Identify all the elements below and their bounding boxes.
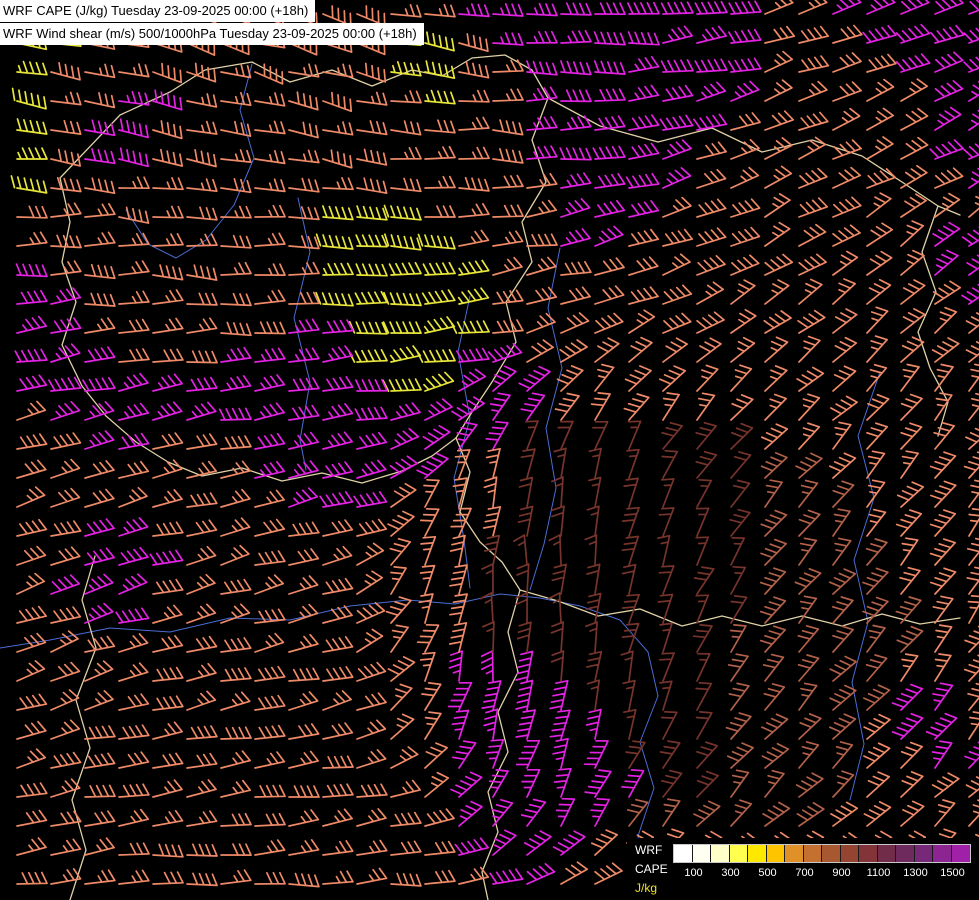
legend-swatch bbox=[896, 845, 915, 862]
legend-tick: 900 bbox=[832, 867, 850, 879]
legend-model-label: WRF bbox=[635, 841, 668, 860]
country-border bbox=[456, 98, 548, 438]
legend-swatch bbox=[952, 845, 971, 862]
legend-swatch bbox=[674, 845, 693, 862]
legend-tick: 1300 bbox=[903, 867, 927, 879]
legend-swatch bbox=[915, 845, 934, 862]
legend-tick: 500 bbox=[758, 867, 776, 879]
legend-tick: 700 bbox=[795, 867, 813, 879]
legend-swatch bbox=[804, 845, 823, 862]
legend-swatch bbox=[841, 845, 860, 862]
legend-swatch bbox=[730, 845, 749, 862]
legend-tick: 300 bbox=[721, 867, 739, 879]
legend-swatch bbox=[711, 845, 730, 862]
legend-swatch bbox=[693, 845, 712, 862]
wind-barb-layer-D bbox=[481, 421, 753, 797]
weather-map: WRF CAPE (J/kg) Tuesday 23-09-2025 00:00… bbox=[0, 0, 979, 900]
legend-tick: 100 bbox=[684, 867, 702, 879]
legend-swatch bbox=[878, 845, 897, 862]
legend-swatch bbox=[748, 845, 767, 862]
legend-swatch bbox=[785, 845, 804, 862]
legend-unit-label: J/kg bbox=[635, 879, 668, 898]
map-canvas bbox=[0, 0, 979, 900]
legend-swatch bbox=[933, 845, 952, 862]
legend-swatch bbox=[859, 845, 878, 862]
legend-swatch bbox=[822, 845, 841, 862]
legend: WRF CAPE J/kg 100 300 500 700 900 1100 1300 150… bbox=[627, 838, 979, 900]
map-title-wind-shear: WRF Wind shear (m/s) 500/1000hPa Tuesday… bbox=[0, 23, 424, 45]
map-title-cape: WRF CAPE (J/kg) Tuesday 23-09-2025 00:00… bbox=[0, 0, 315, 22]
legend-labels: WRF CAPE J/kg bbox=[635, 841, 668, 898]
legend-variable-label: CAPE bbox=[635, 860, 668, 879]
legend-swatch bbox=[767, 845, 786, 862]
legend-tick-labels: 100 300 500 700 900 1100 1300 1500 bbox=[674, 867, 972, 881]
legend-tick: 1500 bbox=[940, 867, 964, 879]
country-border bbox=[60, 55, 960, 215]
legend-colorbar bbox=[673, 844, 971, 863]
legend-tick: 1100 bbox=[867, 867, 891, 879]
